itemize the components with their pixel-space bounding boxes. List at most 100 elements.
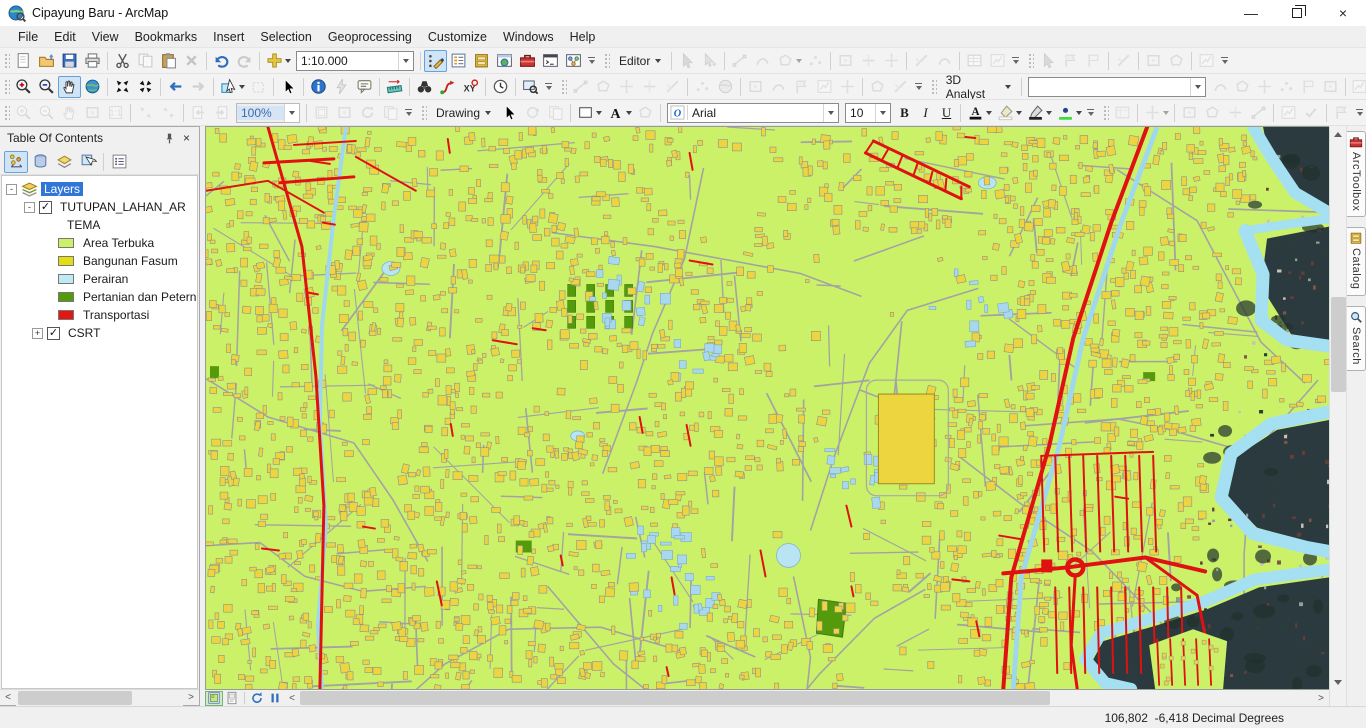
tree-row[interactable]: TEMA [2, 216, 197, 234]
list-by-visibility-button[interactable] [52, 151, 76, 173]
menu-item-windows[interactable]: Windows [495, 28, 562, 46]
tab-catalog[interactable]: Catalog [1347, 227, 1366, 295]
scroll-up-icon[interactable] [1330, 126, 1346, 142]
restore-button[interactable] [1274, 0, 1320, 26]
create-viewer-window-button[interactable] [519, 76, 542, 98]
layer-checkbox[interactable]: ✓ [47, 327, 60, 340]
table-of-contents-window-button[interactable] [447, 50, 470, 72]
tree-row[interactable]: -Layers [2, 180, 197, 198]
tab-arctoolbox[interactable]: ArcToolbox [1347, 131, 1366, 217]
text-draw-tool[interactable]: A [604, 102, 634, 124]
undo-button[interactable] [210, 50, 233, 72]
map-vertical-scrollbar[interactable] [1329, 126, 1346, 706]
drawing-select-elements-tool[interactable] [498, 102, 521, 124]
list-by-source-button[interactable] [28, 151, 52, 173]
modelbuilder-button[interactable] [562, 50, 585, 72]
close-button[interactable]: × [1320, 0, 1366, 26]
tree-row[interactable]: Bangunan Fasum [2, 252, 197, 270]
menu-item-help[interactable]: Help [562, 28, 604, 46]
find-tool[interactable] [413, 76, 436, 98]
font-combo[interactable]: OArial [667, 103, 839, 123]
zoom-in-tool[interactable] [12, 76, 35, 98]
drawing-menu[interactable]: Drawing [429, 102, 498, 124]
close-icon[interactable]: × [178, 130, 195, 147]
toolbar-overflow-icon[interactable] [1353, 102, 1366, 124]
go-to-xy-button[interactable]: XY [459, 76, 482, 98]
menu-item-bookmarks[interactable]: Bookmarks [127, 28, 206, 46]
toolbar-grip[interactable] [3, 52, 10, 70]
find-route-button[interactable] [436, 76, 459, 98]
menu-item-selection[interactable]: Selection [252, 28, 319, 46]
identify-tool[interactable] [307, 76, 330, 98]
python-window-button[interactable] [539, 50, 562, 72]
list-by-drawing-order-button[interactable] [4, 151, 28, 173]
layout-view-button[interactable] [223, 691, 241, 706]
underline-button[interactable]: U [936, 102, 957, 124]
editor-menu[interactable]: Editor [612, 50, 668, 72]
toolbar-grip[interactable] [1102, 104, 1109, 122]
collapse-icon[interactable]: - [6, 184, 17, 195]
toolbar-overflow-icon[interactable] [1009, 50, 1022, 72]
select-elements-tool[interactable] [277, 76, 300, 98]
map-scale-combo[interactable]: 1:10.000 [296, 51, 414, 71]
menu-item-view[interactable]: View [84, 28, 127, 46]
tree-row[interactable]: Pertanian dan Peternak [2, 288, 197, 306]
add-data-button[interactable] [263, 50, 293, 72]
line-color-button[interactable] [1024, 102, 1054, 124]
3d-analyst-menu[interactable]: 3D Analyst [939, 74, 1019, 100]
font-color-button[interactable]: A [964, 102, 994, 124]
italic-button[interactable]: I [915, 102, 936, 124]
time-slider-button[interactable] [489, 76, 512, 98]
toolbar-overflow-icon[interactable] [542, 76, 555, 98]
open-button[interactable] [35, 50, 58, 72]
scroll-down-icon[interactable] [1330, 674, 1346, 690]
full-extent-button[interactable] [81, 76, 104, 98]
zoom-out-tool[interactable] [35, 76, 58, 98]
catalog-window-button[interactable] [470, 50, 493, 72]
toolbar-overflow-icon[interactable] [402, 102, 415, 124]
refresh-view-button[interactable] [248, 691, 266, 706]
html-popup-tool[interactable] [353, 76, 376, 98]
toolbar-grip[interactable] [420, 104, 427, 122]
cut-button[interactable] [111, 50, 134, 72]
new-map-button[interactable] [12, 50, 35, 72]
pan-tool[interactable] [58, 76, 81, 98]
bold-button[interactable]: B [894, 102, 915, 124]
scroll-thumb[interactable] [1331, 297, 1346, 392]
marker-color-button[interactable] [1054, 102, 1084, 124]
list-by-selection-button[interactable] [76, 151, 100, 173]
toc-horizontal-scrollbar[interactable]: < > [0, 689, 199, 705]
toolbar-overflow-icon[interactable] [912, 76, 925, 98]
select-features-tool[interactable] [217, 76, 247, 98]
toc-options-button[interactable] [107, 151, 131, 173]
toolbar-grip[interactable] [3, 78, 10, 96]
edit-toolbar-toggle-button[interactable] [424, 50, 447, 72]
measure-tool[interactable] [383, 76, 406, 98]
tree-row[interactable]: Area Terbuka [2, 234, 197, 252]
fixed-zoom-out-button[interactable] [134, 76, 157, 98]
fill-color-button[interactable] [994, 102, 1024, 124]
scroll-left-icon[interactable]: < [0, 690, 16, 706]
tab-search[interactable]: Search [1347, 306, 1366, 371]
toolbar-grip[interactable] [930, 78, 937, 96]
collapse-icon[interactable]: - [24, 202, 35, 213]
toolbar-grip[interactable] [1027, 52, 1034, 70]
layer-checkbox[interactable]: ✓ [39, 201, 52, 214]
menu-item-geoprocessing[interactable]: Geoprocessing [320, 28, 420, 46]
scroll-left-icon[interactable]: < [284, 690, 300, 706]
toolbar-overflow-icon[interactable] [1218, 50, 1231, 72]
toolbar-grip[interactable] [603, 52, 610, 70]
scroll-right-icon[interactable]: > [1313, 690, 1329, 706]
3d-analyst-layer-combo[interactable] [1028, 77, 1206, 97]
toolbar-overflow-icon[interactable] [585, 50, 598, 72]
print-button[interactable] [81, 50, 104, 72]
tree-row[interactable]: -✓TUTUPAN_LAHAN_AR [2, 198, 197, 216]
arctoolbox-window-button[interactable] [516, 50, 539, 72]
scroll-thumb[interactable] [300, 691, 1050, 705]
paste-button[interactable] [157, 50, 180, 72]
layout-zoom-combo[interactable]: 100% [236, 103, 300, 123]
scroll-thumb[interactable] [18, 691, 132, 705]
menu-item-edit[interactable]: Edit [46, 28, 84, 46]
toolbar-grip[interactable] [560, 78, 567, 96]
minimize-button[interactable]: — [1228, 0, 1274, 26]
